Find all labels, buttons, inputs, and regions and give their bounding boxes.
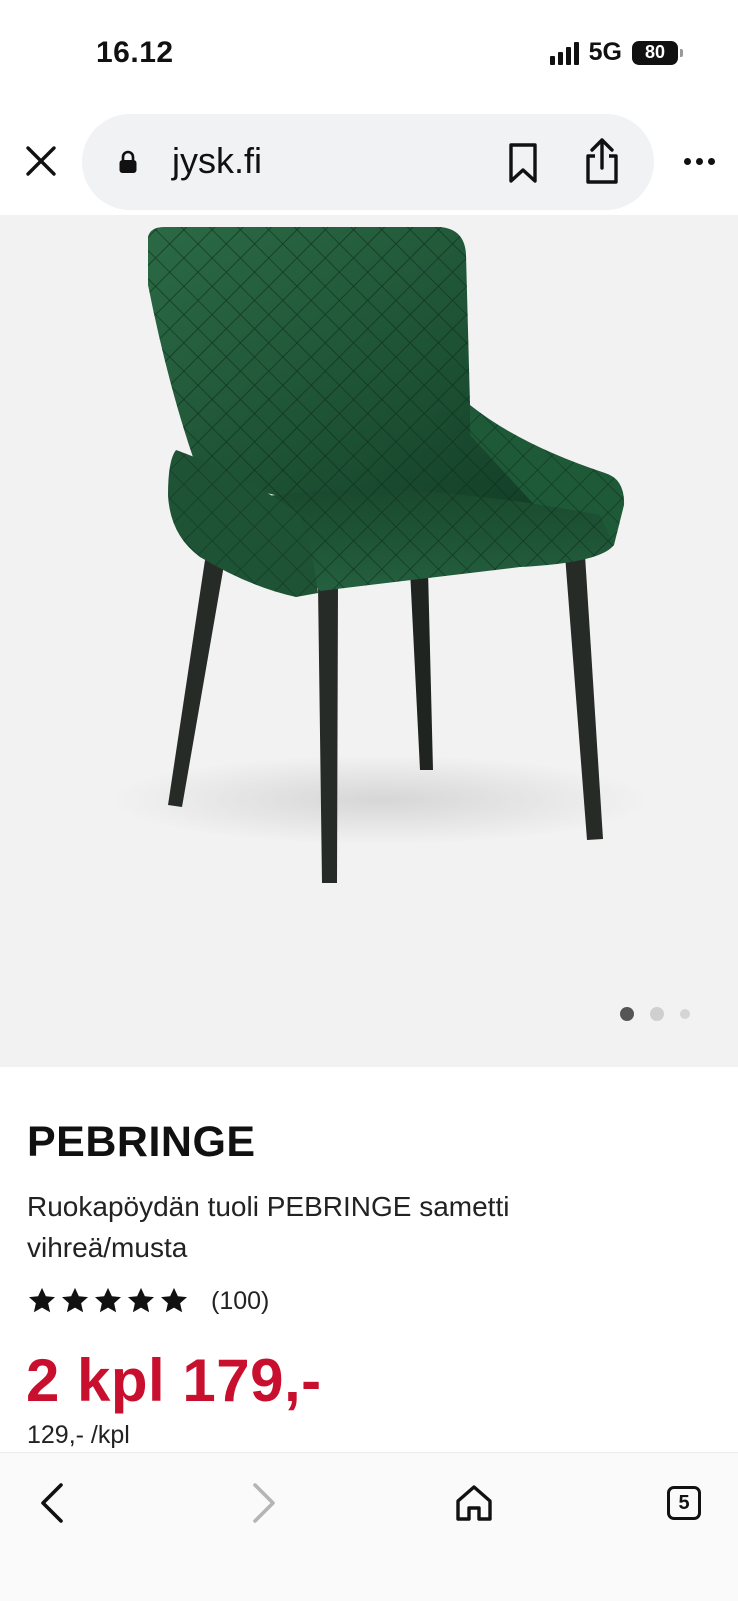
share-button[interactable]	[576, 132, 628, 190]
back-button[interactable]	[22, 1473, 82, 1533]
tabs-button[interactable]: 5	[654, 1473, 714, 1533]
star-icon	[128, 1287, 154, 1313]
chevron-left-icon	[41, 1483, 63, 1523]
lock-icon	[119, 150, 137, 173]
home-icon	[456, 1485, 492, 1521]
product-price: 2 kpl 179,-	[26, 1347, 322, 1414]
address-bar[interactable]: jysk.fi	[82, 114, 654, 210]
product-name: PEBRINGE	[27, 1118, 256, 1166]
status-time: 16.12	[96, 36, 174, 69]
gallery-dot[interactable]	[650, 1007, 664, 1021]
forward-button[interactable]	[234, 1473, 294, 1533]
bookmark-icon	[509, 143, 537, 183]
star-icon	[95, 1287, 121, 1313]
gallery-dot[interactable]	[680, 1009, 690, 1019]
star-icon	[62, 1287, 88, 1313]
close-button[interactable]	[20, 140, 62, 182]
product-image-gallery[interactable]	[0, 215, 738, 1067]
review-count[interactable]: (100)	[211, 1287, 269, 1316]
status-bar: 16.12 5G 80	[0, 0, 738, 110]
product-rating[interactable]: (100)	[27, 1286, 269, 1316]
network-type: 5G	[588, 38, 622, 66]
product-description: Ruokapöydän tuoli PEBRINGE sametti vihre…	[27, 1191, 510, 1263]
gallery-dot-active[interactable]	[620, 1007, 634, 1021]
gallery-pagination[interactable]	[620, 1007, 690, 1021]
battery-level: 80	[644, 42, 666, 62]
share-icon	[586, 138, 618, 184]
more-options-button[interactable]	[676, 146, 722, 176]
browser-address-row: jysk.fi	[0, 110, 738, 215]
battery-icon: 80	[632, 40, 683, 65]
cellular-signal-icon	[549, 41, 579, 65]
home-button[interactable]	[444, 1473, 504, 1533]
tabs-icon: 5	[667, 1486, 701, 1520]
bookmark-button[interactable]	[500, 138, 546, 188]
unit-price: 129,- /kpl	[27, 1421, 130, 1449]
chevron-right-icon	[253, 1483, 275, 1523]
star-icon	[161, 1287, 187, 1313]
close-icon	[26, 146, 56, 176]
star-icon	[29, 1287, 55, 1313]
rating-stars	[27, 1286, 189, 1316]
status-indicators: 5G 80	[549, 38, 683, 67]
product-image[interactable]	[0, 215, 738, 1067]
browser-toolbar: 5	[0, 1452, 738, 1601]
tab-count: 5	[678, 1491, 690, 1514]
url-text: jysk.fi	[172, 140, 262, 181]
